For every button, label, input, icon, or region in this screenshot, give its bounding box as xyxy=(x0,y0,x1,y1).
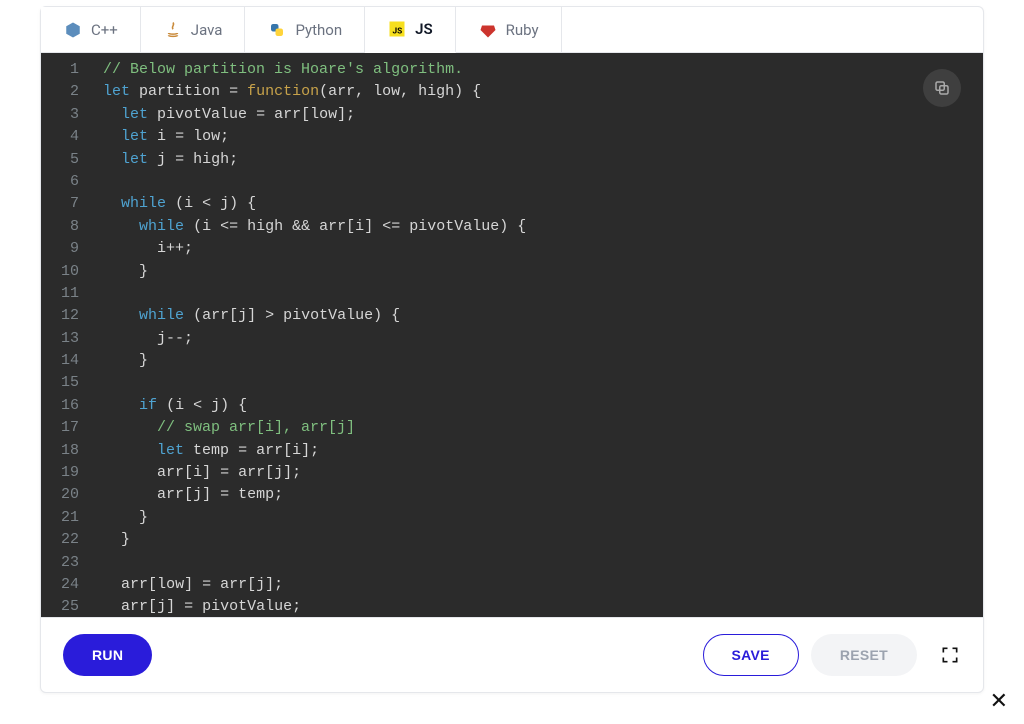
code-line[interactable]: // swap arr[i], arr[j] xyxy=(91,417,983,439)
code-line[interactable] xyxy=(91,552,983,574)
line-number: 11 xyxy=(61,283,79,305)
ruby-icon xyxy=(478,20,498,40)
tab-label: C++ xyxy=(91,21,118,39)
line-number: 5 xyxy=(61,149,79,171)
java-icon xyxy=(163,20,183,40)
line-number: 17 xyxy=(61,417,79,439)
code-line[interactable]: let temp = arr[i]; xyxy=(91,440,983,462)
editor-toolbar: RUN SAVE RESET xyxy=(41,617,983,692)
code-line[interactable]: } xyxy=(91,350,983,372)
fullscreen-button[interactable] xyxy=(939,644,961,666)
line-number: 19 xyxy=(61,462,79,484)
code-line[interactable]: while (i < j) { xyxy=(91,193,983,215)
code-line[interactable]: } xyxy=(91,261,983,283)
code-editor[interactable]: 1234567891011121314151617181920212223242… xyxy=(41,53,983,617)
code-line[interactable]: // Below partition is Hoare's algorithm. xyxy=(91,59,983,81)
code-line[interactable]: let i = low; xyxy=(91,126,983,148)
code-line[interactable]: i++; xyxy=(91,238,983,260)
tab-python[interactable]: Python xyxy=(245,7,365,52)
code-line[interactable] xyxy=(91,372,983,394)
line-number: 22 xyxy=(61,529,79,551)
fullscreen-icon xyxy=(940,645,960,665)
tab-ruby[interactable]: Ruby xyxy=(456,7,562,52)
line-number: 15 xyxy=(61,372,79,394)
line-number: 7 xyxy=(61,193,79,215)
line-number: 24 xyxy=(61,574,79,596)
line-number: 9 xyxy=(61,238,79,260)
code-line[interactable]: j--; xyxy=(91,328,983,350)
editor-wrap: 1234567891011121314151617181920212223242… xyxy=(41,53,983,617)
code-line[interactable]: let pivotValue = arr[low]; xyxy=(91,104,983,126)
line-number: 10 xyxy=(61,261,79,283)
line-number: 14 xyxy=(61,350,79,372)
run-button[interactable]: RUN xyxy=(63,634,152,676)
tab-js[interactable]: JS JS xyxy=(365,7,456,53)
code-line[interactable] xyxy=(91,283,983,305)
line-number: 25 xyxy=(61,596,79,617)
tab-label: Ruby xyxy=(506,21,539,39)
code-line[interactable]: arr[i] = arr[j]; xyxy=(91,462,983,484)
line-number: 3 xyxy=(61,104,79,126)
code-editor-panel: C++JavaPythonJSJSRuby 123456789101112131… xyxy=(40,6,984,693)
code-line[interactable]: arr[j] = temp; xyxy=(91,484,983,506)
tab-label: Java xyxy=(191,21,223,39)
js-icon: JS xyxy=(387,19,407,39)
code-line[interactable]: while (i <= high && arr[i] <= pivotValue… xyxy=(91,216,983,238)
svg-text:JS: JS xyxy=(393,27,403,37)
copy-button[interactable] xyxy=(923,69,961,107)
cp+-icon xyxy=(63,20,83,40)
line-number: 21 xyxy=(61,507,79,529)
tab-label: JS xyxy=(415,20,433,38)
code-line[interactable]: if (i < j) { xyxy=(91,395,983,417)
line-number: 18 xyxy=(61,440,79,462)
language-tabs: C++ Java Python JS JS Ruby xyxy=(41,7,983,53)
code-line[interactable]: arr[low] = arr[j]; xyxy=(91,574,983,596)
tab-cp+[interactable]: C++ xyxy=(41,7,141,52)
code-line[interactable]: arr[j] = pivotValue; xyxy=(91,596,983,617)
line-number: 20 xyxy=(61,484,79,506)
copy-icon xyxy=(933,79,951,97)
line-number: 23 xyxy=(61,552,79,574)
line-number: 1 xyxy=(61,59,79,81)
code-line[interactable]: while (arr[j] > pivotValue) { xyxy=(91,305,983,327)
line-number: 6 xyxy=(61,171,79,193)
line-number: 8 xyxy=(61,216,79,238)
code-line[interactable]: let partition = function(arr, low, high)… xyxy=(91,81,983,103)
tab-java[interactable]: Java xyxy=(141,7,246,52)
code-line[interactable]: } xyxy=(91,529,983,551)
line-number: 13 xyxy=(61,328,79,350)
close-button[interactable]: ✕ xyxy=(990,689,1008,714)
reset-button[interactable]: RESET xyxy=(811,634,917,676)
line-number: 4 xyxy=(61,126,79,148)
code-line[interactable]: } xyxy=(91,507,983,529)
code-line[interactable] xyxy=(91,171,983,193)
code-line[interactable]: let j = high; xyxy=(91,149,983,171)
line-number: 16 xyxy=(61,395,79,417)
python-icon xyxy=(267,20,287,40)
tab-label: Python xyxy=(295,21,342,39)
line-number-gutter: 1234567891011121314151617181920212223242… xyxy=(41,53,91,617)
code-area[interactable]: // Below partition is Hoare's algorithm.… xyxy=(91,53,983,617)
save-button[interactable]: SAVE xyxy=(703,634,799,676)
line-number: 2 xyxy=(61,81,79,103)
line-number: 12 xyxy=(61,305,79,327)
